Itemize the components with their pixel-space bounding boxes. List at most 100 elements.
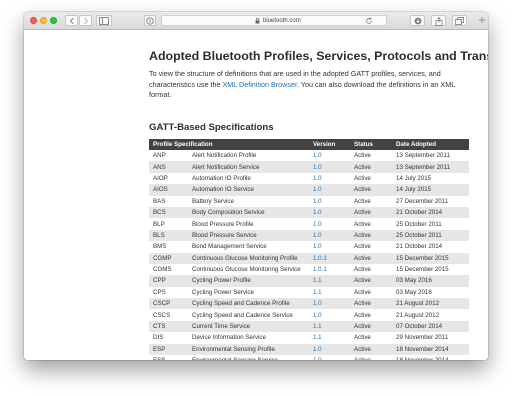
- xml-definition-browser-link[interactable]: XML Definition Browser: [223, 80, 297, 89]
- name-cell[interactable]: Cycling Power Service: [188, 286, 309, 299]
- sidebar-button[interactable]: [96, 15, 112, 26]
- version-cell[interactable]: 1.0: [309, 172, 350, 185]
- name-cell[interactable]: Device Information Service: [188, 332, 309, 344]
- date-cell: 27 December 2011: [392, 195, 469, 207]
- minimize-icon[interactable]: [40, 17, 47, 24]
- table-row: ANS Alert Notification Service 1.0 Active 13…: [149, 161, 469, 173]
- abbr-cell[interactable]: AIOP: [149, 172, 188, 185]
- new-tab-icon[interactable]: +: [476, 16, 488, 27]
- name-cell[interactable]: Continuous Glucose Monitoring Service: [188, 263, 309, 276]
- abbr-cell[interactable]: CTS: [149, 320, 188, 333]
- abbr-cell[interactable]: CPS: [149, 286, 188, 299]
- status-cell: Active: [350, 161, 392, 173]
- name-cell[interactable]: Automation IO Service: [188, 184, 309, 196]
- browser-toolbar: bluetooth.com +: [24, 12, 488, 30]
- table-row: BAS Battery Service 1.0 Active 27 December 2…: [149, 195, 469, 207]
- version-cell[interactable]: 1.0: [309, 309, 350, 321]
- version-cell[interactable]: 1.0: [309, 161, 350, 173]
- version-cell[interactable]: 1.0: [309, 355, 350, 360]
- name-cell[interactable]: Automation IO Profile: [188, 172, 309, 185]
- abbr-cell[interactable]: ANP: [149, 150, 188, 162]
- table-row: BLP Blood Pressure Profile 1.0 Active 25 Oct…: [149, 218, 469, 230]
- page-content: Adopted Bluetooth Profiles, Services, Pr…: [24, 31, 488, 360]
- name-cell[interactable]: Blood Pressure Profile: [188, 218, 309, 230]
- abbr-cell[interactable]: BLS: [149, 229, 188, 242]
- table-row: ANP Alert Notification Profile 1.0 Active 13…: [149, 150, 469, 162]
- name-cell[interactable]: Battery Service: [188, 195, 309, 207]
- download-button[interactable]: [410, 15, 425, 26]
- version-cell[interactable]: 1.0: [309, 218, 350, 230]
- address-bar[interactable]: bluetooth.com: [161, 15, 387, 26]
- share-button[interactable]: [431, 15, 446, 26]
- version-cell[interactable]: 1.0: [309, 195, 350, 207]
- name-cell[interactable]: Body Composition Service: [188, 206, 309, 219]
- version-cell[interactable]: 1.0: [309, 241, 350, 253]
- name-cell[interactable]: Cycling Speed and Cadence Service: [188, 309, 309, 321]
- table-row: ESP Environmental Sensing Profile 1.0 Activ…: [149, 343, 469, 356]
- page-title: Adopted Bluetooth Profiles, Services, Pr…: [149, 49, 488, 63]
- tabs-button[interactable]: [452, 15, 467, 26]
- date-cell: 03 May 2016: [392, 275, 469, 287]
- status-cell: Active: [350, 320, 392, 333]
- browser-window: bluetooth.com + Adopted Bluetooth Profil…: [24, 12, 488, 360]
- name-cell[interactable]: Alert Notification Profile: [188, 150, 309, 162]
- reload-icon[interactable]: [365, 17, 373, 25]
- date-cell: 21 October 2014: [392, 206, 469, 219]
- name-cell[interactable]: Environmental Sensing Service: [188, 355, 309, 360]
- section-title: GATT-Based Specifications: [149, 122, 274, 133]
- version-cell[interactable]: 1.0: [309, 229, 350, 242]
- abbr-cell[interactable]: DIS: [149, 332, 188, 344]
- status-cell: Active: [350, 241, 392, 253]
- close-icon[interactable]: [30, 17, 37, 24]
- version-cell[interactable]: 1.1: [309, 320, 350, 333]
- name-cell[interactable]: Blood Pressure Service: [188, 229, 309, 242]
- version-cell[interactable]: 1.0: [309, 298, 350, 310]
- name-cell[interactable]: Cycling Power Profile: [188, 275, 309, 287]
- version-cell[interactable]: 1.1: [309, 286, 350, 299]
- version-cell[interactable]: 1.1: [309, 332, 350, 344]
- table-row: CTS Current Time Service 1.1 Active 07 Octob…: [149, 320, 469, 333]
- abbr-cell[interactable]: BCS: [149, 206, 188, 219]
- version-cell[interactable]: 1.0: [309, 184, 350, 196]
- version-cell[interactable]: 1.0.1: [309, 252, 350, 264]
- abbr-cell[interactable]: CGMS: [149, 263, 188, 276]
- table-row: BMS Bond Management Service 1.0 Active 21 Oc…: [149, 241, 469, 253]
- abbr-cell[interactable]: CGMP: [149, 252, 188, 264]
- status-cell: Active: [350, 355, 392, 360]
- name-cell[interactable]: Alert Notification Service: [188, 161, 309, 173]
- name-cell[interactable]: Current Time Service: [188, 320, 309, 333]
- abbr-cell[interactable]: BLP: [149, 218, 188, 230]
- abbr-cell[interactable]: ANS: [149, 161, 188, 173]
- abbr-cell[interactable]: BAS: [149, 195, 188, 207]
- zoom-icon[interactable]: [50, 17, 57, 24]
- name-cell[interactable]: Bond Management Service: [188, 241, 309, 253]
- forward-button[interactable]: [79, 15, 92, 26]
- version-cell[interactable]: 1.0: [309, 343, 350, 356]
- back-button[interactable]: [65, 15, 78, 26]
- date-cell: 25 October 2011: [392, 229, 469, 242]
- abbr-cell[interactable]: CSCS: [149, 309, 188, 321]
- status-cell: Active: [350, 195, 392, 207]
- name-cell[interactable]: Cycling Speed and Cadence Profile: [188, 298, 309, 310]
- header-status: Status: [350, 139, 392, 150]
- table-row: BLS Blood Pressure Service 1.0 Active 25 Oct…: [149, 229, 469, 242]
- table-row: CSCP Cycling Speed and Cadence Profile 1.0…: [149, 298, 469, 310]
- version-cell[interactable]: 1.0: [309, 206, 350, 219]
- version-cell[interactable]: 1.0.1: [309, 263, 350, 276]
- abbr-cell[interactable]: ESS: [149, 355, 188, 360]
- version-cell[interactable]: 1.1: [309, 275, 350, 287]
- name-cell[interactable]: Environmental Sensing Profile: [188, 343, 309, 356]
- intro-paragraph: To view the structure of definitions tha…: [149, 69, 469, 101]
- version-cell[interactable]: 1.0: [309, 150, 350, 162]
- abbr-cell[interactable]: CPP: [149, 275, 188, 287]
- abbr-cell[interactable]: CSCP: [149, 298, 188, 310]
- table-row: CGMS Continuous Glucose Monitoring Servic…: [149, 263, 469, 276]
- privacy-report-button[interactable]: [144, 15, 156, 26]
- date-cell: 21 August 2012: [392, 298, 469, 310]
- abbr-cell[interactable]: BMS: [149, 241, 188, 253]
- status-cell: Active: [350, 184, 392, 196]
- status-cell: Active: [350, 332, 392, 344]
- name-cell[interactable]: Continuous Glucose Monitoring Profile: [188, 252, 309, 264]
- abbr-cell[interactable]: AIOS: [149, 184, 188, 196]
- abbr-cell[interactable]: ESP: [149, 343, 188, 356]
